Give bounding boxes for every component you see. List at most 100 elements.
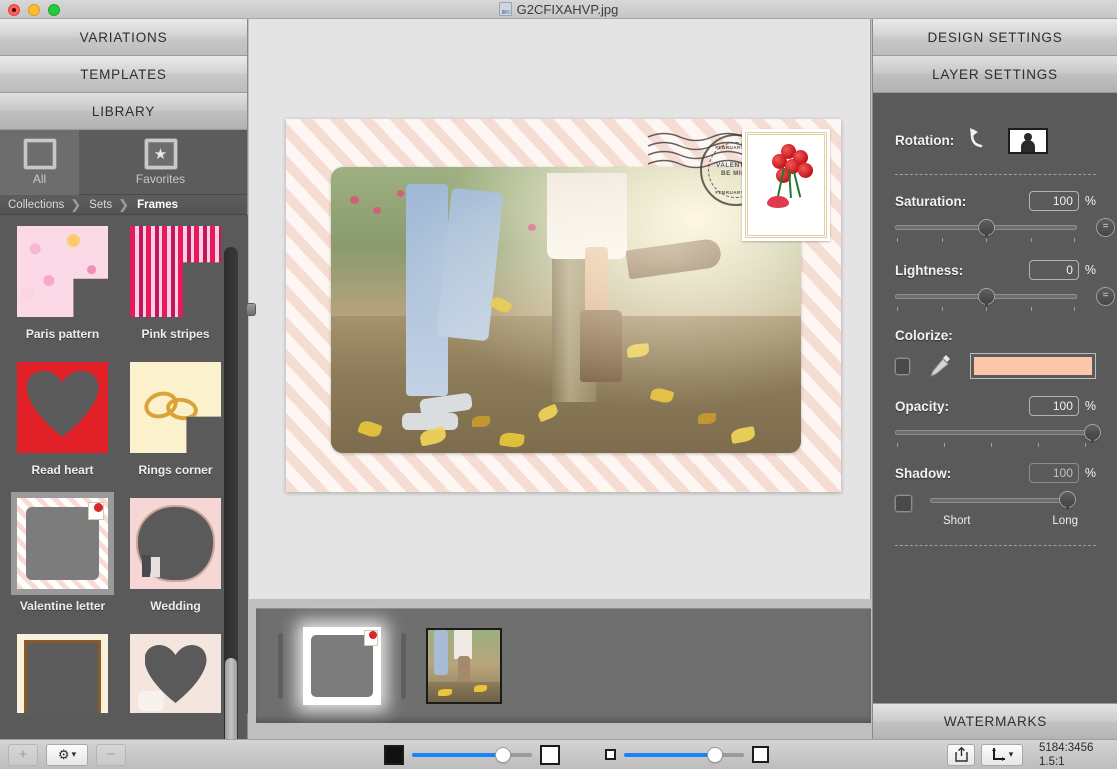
library-item-rings-corner[interactable]: Rings corner — [119, 359, 232, 477]
brightness-control — [384, 744, 560, 765]
add-button[interactable]: + — [8, 743, 38, 766]
divider-2 — [895, 545, 1096, 546]
saturation-slider[interactable]: = — [895, 219, 1114, 242]
accordion-library-label: LIBRARY — [91, 103, 156, 119]
breadcrumb-frames[interactable]: Frames — [129, 199, 184, 211]
colorize-swatch[interactable] — [973, 357, 1092, 375]
accordion-design-settings[interactable]: DESIGN SETTINGS — [873, 19, 1117, 56]
accordion-variations[interactable]: VARIATIONS — [0, 19, 247, 56]
library-item-white-horse[interactable]: White horse — [119, 631, 232, 713]
filter-favorites[interactable]: ★ Favorites — [121, 130, 200, 195]
shadow-checkbox[interactable] — [895, 494, 912, 512]
library-item-label: Read heart — [31, 463, 94, 477]
share-button[interactable] — [947, 743, 975, 766]
saturation-row: Saturation: 100 % — [895, 191, 1096, 211]
crop-tool-icon — [991, 748, 1005, 761]
saturation-slider-knob[interactable] — [979, 220, 994, 235]
accordion-layer-settings-label: LAYER SETTINGS — [932, 66, 1058, 82]
saturation-group: Saturation: 100 % = — [895, 191, 1114, 242]
lightness-group: Lightness: 0 % = — [895, 260, 1114, 311]
remove-button[interactable]: − — [96, 743, 126, 766]
window-title-text: G2CFIXAHVP.jpg — [516, 1, 619, 17]
lightness-label: Lightness: — [895, 262, 964, 278]
rotate-ccw-icon[interactable] — [968, 125, 994, 156]
white-square-icon[interactable] — [540, 744, 560, 765]
library-item-paris-pattern[interactable]: Paris pattern — [6, 223, 119, 341]
brightness-slider-knob[interactable] — [496, 747, 510, 762]
shadow-value[interactable]: 100 — [1028, 463, 1079, 483]
document-icon — [498, 2, 512, 16]
accordion-design-settings-label: DESIGN SETTINGS — [927, 29, 1063, 45]
lightness-reset-button[interactable]: = — [1097, 288, 1114, 305]
shadow-slider[interactable] — [930, 492, 1075, 514]
panel-splitter-handle[interactable] — [247, 304, 255, 315]
black-square-icon[interactable] — [384, 744, 404, 765]
breadcrumb-collections[interactable]: Collections — [0, 199, 70, 211]
library-scrollbar[interactable] — [224, 247, 238, 752]
library-item-pink-stripes[interactable]: Pink stripes — [119, 223, 232, 341]
library-item-wedding[interactable]: Wedding — [119, 495, 232, 613]
colorize-label: Colorize: — [895, 328, 953, 343]
right-panel: DESIGN SETTINGS LAYER SETTINGS Rotation: — [872, 19, 1117, 739]
opacity-value[interactable]: 100 — [1028, 396, 1079, 416]
zoom-slider-knob[interactable] — [708, 747, 722, 762]
library-item-read-heart[interactable]: Read heart — [6, 359, 119, 477]
minimize-button[interactable] — [28, 4, 40, 16]
breadcrumb-separator-1: ❯ — [70, 196, 82, 212]
library-item-valentine-letter[interactable]: Valentine letter — [6, 495, 119, 613]
eyedropper-icon[interactable] — [927, 352, 953, 380]
opacity-label: Opacity: — [895, 398, 950, 414]
filter-all[interactable]: All — [0, 130, 79, 195]
lightness-slider[interactable]: = — [895, 288, 1114, 311]
opacity-slider[interactable] — [895, 425, 1100, 447]
large-square-icon[interactable] — [752, 746, 769, 763]
rotation-preview[interactable] — [1008, 127, 1049, 154]
roses-illustration — [755, 142, 817, 212]
filmstrip-item-photo[interactable] — [426, 628, 502, 704]
colorize-swatch-box[interactable] — [969, 353, 1096, 379]
opacity-row: Opacity: 100 % — [895, 396, 1096, 416]
filmstrip-handle-right[interactable] — [401, 633, 406, 699]
settings-menu-button[interactable]: ⚙ ▾ — [46, 743, 88, 766]
thumbnail-pink-stripes — [130, 226, 221, 317]
zoom-button[interactable] — [48, 4, 60, 16]
shadow-unit: % — [1084, 466, 1096, 480]
filmstrip-item-frame[interactable] — [303, 627, 381, 705]
library-item-label: Pink stripes — [141, 327, 210, 341]
thumbnail-paris-pattern — [17, 226, 108, 317]
zoom-slider[interactable] — [624, 747, 744, 762]
photo-layer[interactable] — [331, 167, 801, 453]
saturation-value[interactable]: 100 — [1028, 191, 1079, 211]
library-scrollbar-thumb[interactable] — [225, 658, 237, 748]
opacity-slider-knob[interactable] — [1085, 425, 1100, 440]
colorize-checkbox[interactable] — [895, 357, 910, 375]
accordion-watermarks[interactable]: WATERMARKS — [873, 703, 1117, 739]
thumbnail-white-horse — [130, 634, 221, 713]
minus-icon: − — [106, 746, 116, 763]
breadcrumb-sets[interactable]: Sets — [81, 199, 118, 211]
design-card[interactable]: FEBRUARY 14th VALENTINE BE MINE FEBRUARY… — [286, 119, 841, 492]
image-dimensions: 5184:3456 — [1039, 741, 1094, 754]
accordion-library[interactable]: LIBRARY — [0, 93, 247, 130]
canvas-area[interactable]: FEBRUARY 14th VALENTINE BE MINE FEBRUARY… — [247, 19, 871, 599]
library-item-label: Wedding — [150, 599, 201, 613]
title-bar: G2CFIXAHVP.jpg — [0, 0, 1117, 19]
lightness-slider-knob[interactable] — [979, 289, 994, 304]
library-item-wedding-rings[interactable]: Wedding rings — [6, 631, 119, 713]
crop-tool-button[interactable]: ▾ — [981, 743, 1023, 766]
filmstrip-handle-left[interactable] — [278, 633, 283, 699]
brightness-slider[interactable] — [412, 747, 532, 762]
shadow-slider-knob[interactable] — [1060, 492, 1075, 507]
accordion-variations-label: VARIATIONS — [79, 29, 168, 45]
saturation-reset-button[interactable]: = — [1097, 219, 1114, 236]
small-square-icon[interactable] — [605, 749, 616, 760]
lightness-value[interactable]: 0 — [1028, 260, 1079, 280]
colorize-group: Colorize: — [895, 328, 1096, 380]
lightness-row: Lightness: 0 % — [895, 260, 1096, 280]
thumbnail-read-heart — [17, 362, 108, 453]
chevron-down-icon: ▾ — [71, 749, 77, 759]
close-button[interactable] — [8, 4, 20, 16]
accordion-templates[interactable]: TEMPLATES — [0, 56, 247, 93]
window-title: G2CFIXAHVP.jpg — [0, 2, 1117, 17]
accordion-layer-settings[interactable]: LAYER SETTINGS — [873, 56, 1117, 93]
